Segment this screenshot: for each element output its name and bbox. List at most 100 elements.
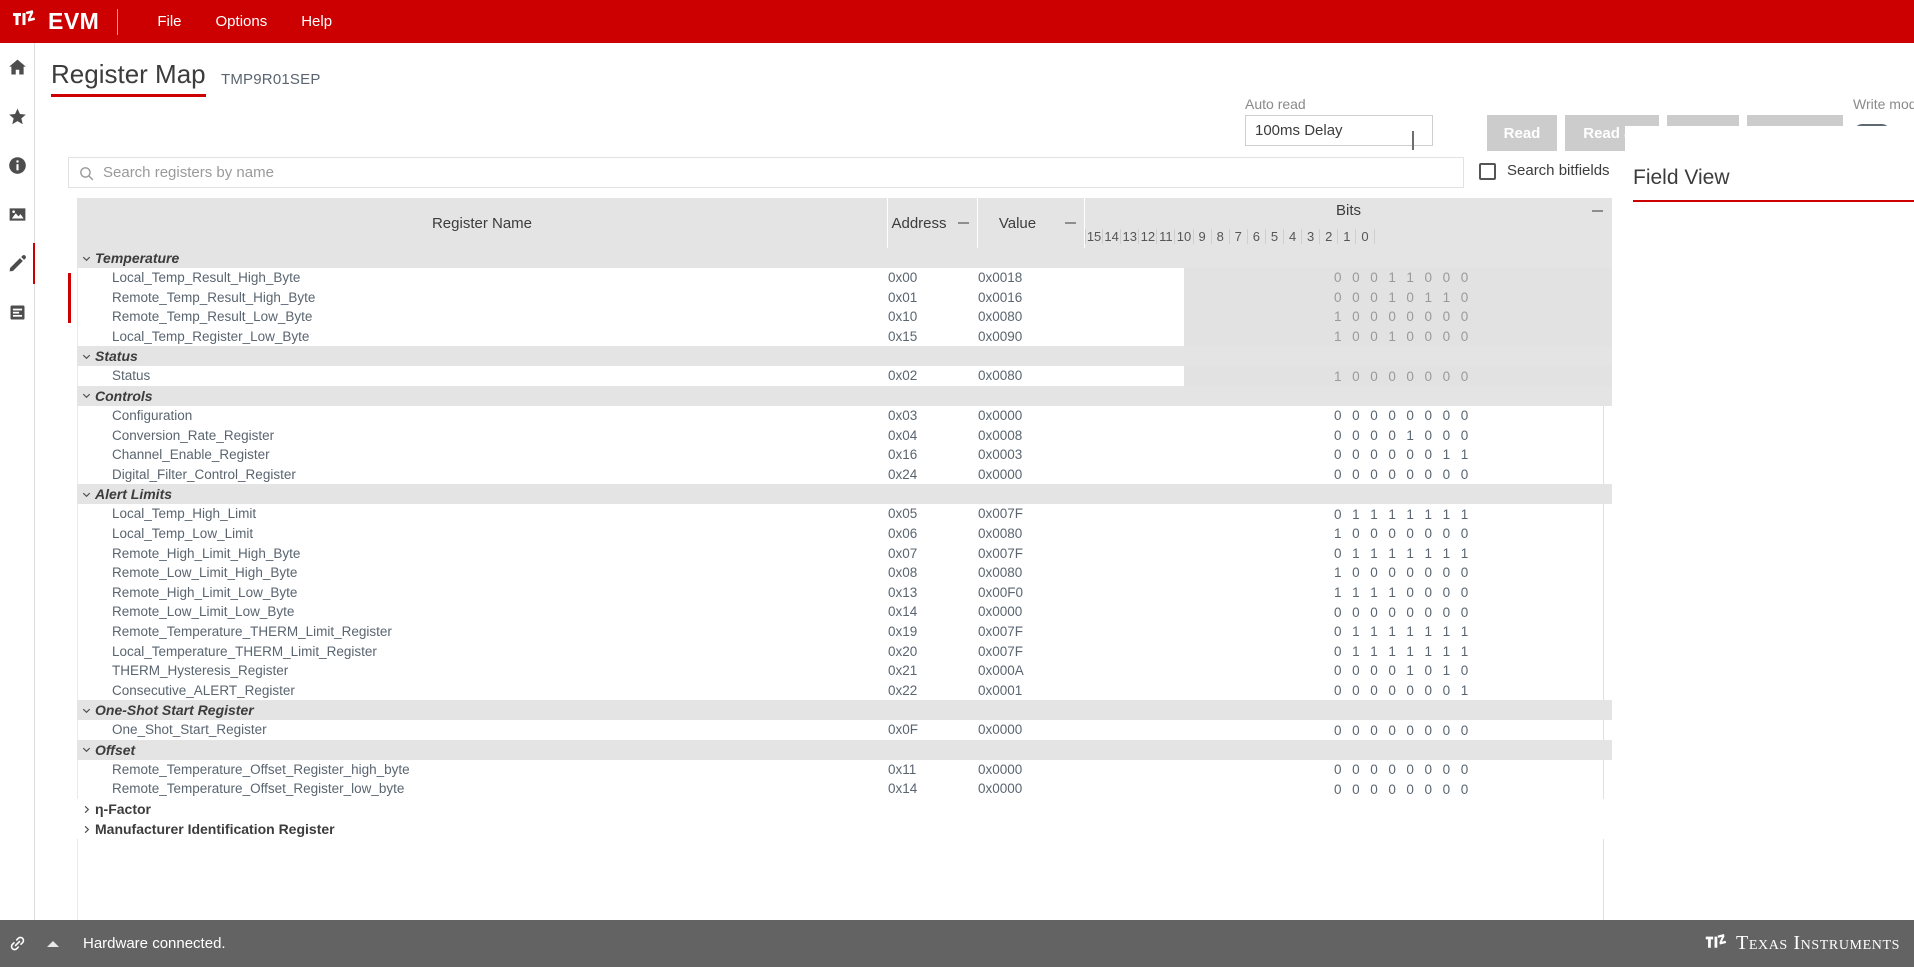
register-value[interactable]: 0x007F <box>978 624 1048 639</box>
bit-cell-3[interactable]: 1 <box>1401 428 1419 443</box>
bit-cell-4[interactable]: 0 <box>1383 369 1401 384</box>
bit-cell-6[interactable]: 1 <box>1347 624 1365 639</box>
bit-cell-0[interactable]: 0 <box>1455 290 1473 305</box>
bit-cell-7[interactable]: 0 <box>1329 663 1347 678</box>
table-row[interactable]: Remote_Temp_Result_Low_Byte0x100x0080 10… <box>77 307 1612 327</box>
bit-cell-5[interactable]: 0 <box>1365 290 1383 305</box>
bit-cell-1[interactable]: 0 <box>1437 270 1455 285</box>
register-value[interactable]: 0x0000 <box>978 762 1048 777</box>
bit-cell-5[interactable]: 0 <box>1365 782 1383 797</box>
register-group-header[interactable]: Alert Limits <box>77 484 1612 504</box>
bit-cell-4[interactable]: 0 <box>1383 663 1401 678</box>
bit-cell-5[interactable]: 0 <box>1365 408 1383 423</box>
column-header-value[interactable]: Value <box>978 198 1057 248</box>
register-group-header[interactable]: Status <box>77 346 1612 366</box>
address-collapse-icon[interactable] <box>950 198 978 248</box>
bit-cell-0[interactable]: 0 <box>1455 585 1473 600</box>
bit-cell-4[interactable]: 0 <box>1383 723 1401 738</box>
bit-cell-7[interactable]: 0 <box>1329 605 1347 620</box>
register-value[interactable]: 0x0000 <box>978 408 1048 423</box>
bit-cell-5[interactable]: 0 <box>1365 369 1383 384</box>
bit-cell-6[interactable]: 0 <box>1347 408 1365 423</box>
register-group-header[interactable]: One-Shot Start Register <box>77 700 1612 720</box>
bit-cell-4[interactable]: 0 <box>1383 309 1401 324</box>
bit-cell-0[interactable]: 1 <box>1455 644 1473 659</box>
bit-cell-3[interactable]: 0 <box>1401 565 1419 580</box>
bit-cell-5[interactable]: 1 <box>1365 546 1383 561</box>
bit-cell-5[interactable]: 0 <box>1365 565 1383 580</box>
table-scroll-indicator[interactable] <box>68 273 71 323</box>
bit-cell-4[interactable]: 0 <box>1383 408 1401 423</box>
bit-cell-0[interactable]: 0 <box>1455 565 1473 580</box>
bit-cell-6[interactable]: 0 <box>1347 369 1365 384</box>
register-value[interactable]: 0x007F <box>978 644 1048 659</box>
register-value[interactable]: 0x0000 <box>978 722 1048 737</box>
register-value[interactable]: 0x0016 <box>978 290 1048 305</box>
register-value[interactable]: 0x0000 <box>978 781 1048 796</box>
register-value[interactable]: 0x0008 <box>978 428 1048 443</box>
column-header-register-name[interactable]: Register Name <box>77 198 888 248</box>
register-group-header[interactable]: Temperature <box>77 248 1612 268</box>
table-row[interactable]: Remote_Temperature_Offset_Register_high_… <box>77 760 1612 780</box>
bit-cell-5[interactable]: 0 <box>1365 723 1383 738</box>
table-row[interactable]: One_Shot_Start_Register0x0F0x0000 000000… <box>77 720 1612 740</box>
register-group-header[interactable]: η-Factor <box>77 799 1612 819</box>
sidebar-item-document[interactable] <box>0 288 35 337</box>
bit-cell-4[interactable]: 1 <box>1383 624 1401 639</box>
bit-cell-4[interactable]: 0 <box>1383 447 1401 462</box>
bit-cell-0[interactable]: 0 <box>1455 762 1473 777</box>
sidebar-item-favorites[interactable] <box>0 92 35 141</box>
bit-cell-7[interactable]: 0 <box>1329 782 1347 797</box>
bit-cell-6[interactable]: 1 <box>1347 585 1365 600</box>
bit-cell-4[interactable]: 0 <box>1383 467 1401 482</box>
bit-cell-5[interactable]: 0 <box>1365 663 1383 678</box>
bit-cell-0[interactable]: 0 <box>1455 309 1473 324</box>
bit-cell-0[interactable]: 0 <box>1455 428 1473 443</box>
caret-up-icon[interactable] <box>35 941 71 947</box>
register-value[interactable]: 0x0000 <box>978 604 1048 619</box>
bit-cell-3[interactable]: 0 <box>1401 290 1419 305</box>
bit-cell-1[interactable]: 0 <box>1437 526 1455 541</box>
bit-index-7[interactable]: 7 <box>1230 229 1248 244</box>
bit-cell-3[interactable]: 0 <box>1401 683 1419 698</box>
bit-cell-3[interactable]: 1 <box>1401 644 1419 659</box>
bit-cell-2[interactable]: 0 <box>1419 605 1437 620</box>
bit-cell-1[interactable]: 1 <box>1437 644 1455 659</box>
table-row[interactable]: Configuration0x030x0000 00000000 <box>77 406 1612 426</box>
bit-cell-3[interactable]: 0 <box>1401 467 1419 482</box>
bit-cell-2[interactable]: 0 <box>1419 683 1437 698</box>
bit-cell-5[interactable]: 0 <box>1365 270 1383 285</box>
bit-cell-4[interactable]: 0 <box>1383 428 1401 443</box>
bit-cell-7[interactable]: 0 <box>1329 507 1347 522</box>
bit-index-4[interactable]: 4 <box>1284 229 1302 244</box>
sidebar-item-info[interactable] <box>0 141 35 190</box>
bit-cell-0[interactable]: 0 <box>1455 782 1473 797</box>
bit-cell-2[interactable]: 1 <box>1419 507 1437 522</box>
value-collapse-icon[interactable] <box>1057 198 1085 248</box>
table-row[interactable]: Remote_Low_Limit_High_Byte0x080x0080 100… <box>77 563 1612 583</box>
bit-cell-1[interactable]: 1 <box>1437 447 1455 462</box>
bit-cell-2[interactable]: 0 <box>1419 428 1437 443</box>
bit-cell-6[interactable]: 1 <box>1347 546 1365 561</box>
table-row[interactable]: Remote_Temperature_Offset_Register_low_b… <box>77 779 1612 799</box>
bit-cell-0[interactable]: 0 <box>1455 663 1473 678</box>
bit-cell-7[interactable]: 0 <box>1329 467 1347 482</box>
sidebar-item-home[interactable] <box>0 43 35 92</box>
bit-index-2[interactable]: 2 <box>1320 229 1338 244</box>
bit-cell-3[interactable]: 0 <box>1401 309 1419 324</box>
register-value[interactable]: 0x007F <box>978 506 1048 521</box>
link-icon[interactable] <box>0 934 35 953</box>
bit-cell-2[interactable]: 0 <box>1419 526 1437 541</box>
bit-cell-1[interactable]: 1 <box>1437 507 1455 522</box>
bit-cell-1[interactable]: 0 <box>1437 408 1455 423</box>
bit-cell-3[interactable]: 0 <box>1401 329 1419 344</box>
bit-cell-7[interactable]: 0 <box>1329 546 1347 561</box>
register-value[interactable]: 0x007F <box>978 546 1048 561</box>
bit-cell-7[interactable]: 1 <box>1329 329 1347 344</box>
bit-cell-3[interactable]: 0 <box>1401 408 1419 423</box>
register-value[interactable]: 0x0001 <box>978 683 1048 698</box>
bit-cell-6[interactable]: 0 <box>1347 447 1365 462</box>
table-row[interactable]: Remote_High_Limit_Low_Byte0x130x00F0 111… <box>77 583 1612 603</box>
bit-cell-4[interactable]: 1 <box>1383 290 1401 305</box>
bit-cell-4[interactable]: 1 <box>1383 329 1401 344</box>
